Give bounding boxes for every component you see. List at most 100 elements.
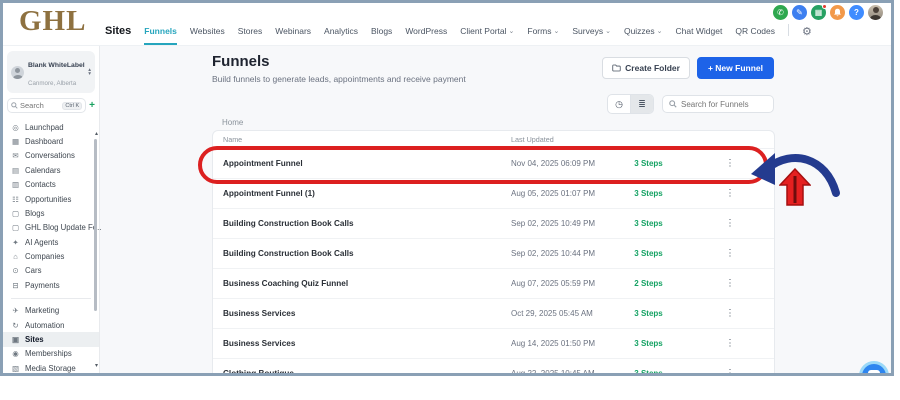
settings-gear-icon[interactable]: ⚙ xyxy=(802,25,812,45)
blog-doc-icon: ▢ xyxy=(11,223,20,232)
sidebar-item-opportunities[interactable]: ☷Opportunities xyxy=(3,192,99,206)
kebab-menu-icon[interactable] xyxy=(686,188,774,199)
chevron-down-icon xyxy=(553,27,559,35)
sidebar-search-box[interactable]: Ctrl K xyxy=(7,98,86,113)
tab-surveys[interactable]: Surveys xyxy=(572,26,611,45)
kebab-menu-icon[interactable] xyxy=(686,218,774,229)
chevron-down-icon xyxy=(605,27,611,35)
sidebar-item-ghl-blog-update[interactable]: ▢GHL Blog Update Fo.. xyxy=(3,221,99,235)
tab-webinars[interactable]: Webinars xyxy=(275,26,311,45)
sidebar-item-conversations[interactable]: ✉Conversations xyxy=(3,149,99,163)
scroll-up-icon[interactable]: ▴ xyxy=(95,130,98,137)
sidebar-search-input[interactable] xyxy=(20,101,60,110)
tab-websites[interactable]: Websites xyxy=(190,26,225,45)
tab-blogs[interactable]: Blogs xyxy=(371,26,392,45)
sidebar-item-cars[interactable]: ⊙Cars xyxy=(3,264,99,278)
tab-analytics[interactable]: Analytics xyxy=(324,26,358,45)
marketing-icon: ✈ xyxy=(11,306,20,315)
scroll-down-icon[interactable]: ▾ xyxy=(95,362,98,369)
pencil-icon[interactable]: ✎ xyxy=(792,5,807,20)
tab-chat-widget[interactable]: Chat Widget xyxy=(676,26,723,45)
help-icon[interactable]: ? xyxy=(849,5,864,20)
table-row[interactable]: Appointment Funnel (1) Aug 05, 2025 01:0… xyxy=(213,179,774,209)
sidebar-item-ai-agents[interactable]: ✦AI Agents xyxy=(3,235,99,249)
steps-link[interactable]: 3 Steps xyxy=(611,219,686,228)
funnels-toolbar: ◷ ≣ xyxy=(607,94,774,114)
calendars-icon: ▤ xyxy=(11,166,20,175)
tab-forms[interactable]: Forms xyxy=(527,26,559,45)
sidebar-item-dashboard[interactable]: ▦Dashboard xyxy=(3,134,99,148)
steps-link[interactable]: 3 Steps xyxy=(611,189,686,198)
tab-funnels[interactable]: Funnels xyxy=(144,26,177,45)
table-row[interactable]: Business Services Aug 14, 2025 01:50 PM … xyxy=(213,329,774,359)
new-funnel-button[interactable]: + New Funnel xyxy=(697,57,774,79)
app-window: GHL Sites Funnels Websites Stores Webina… xyxy=(0,0,894,376)
tab-stores[interactable]: Stores xyxy=(238,26,263,45)
sidebar-item-media-storage[interactable]: ▧Media Storage xyxy=(3,361,99,375)
bell-icon[interactable] xyxy=(830,5,845,20)
steps-link[interactable]: 3 Steps xyxy=(611,159,686,168)
funnels-table: Name Last Updated Appointment Funnel Nov… xyxy=(212,130,775,376)
blogs-icon: ▢ xyxy=(11,209,20,218)
list-view-icon[interactable]: ≣ xyxy=(631,95,653,113)
media-storage-icon: ▧ xyxy=(11,364,20,373)
funnel-search-input[interactable] xyxy=(681,100,767,109)
user-avatar[interactable] xyxy=(868,5,883,20)
create-folder-button[interactable]: Create Folder xyxy=(602,57,690,79)
sidebar-item-companies[interactable]: ⌂Companies xyxy=(3,249,99,263)
table-row[interactable]: Building Construction Book Calls Sep 02,… xyxy=(213,209,774,239)
steps-link[interactable]: 3 Steps xyxy=(611,309,686,318)
tab-client-portal[interactable]: Client Portal xyxy=(460,26,514,45)
steps-link[interactable]: 3 Steps xyxy=(611,339,686,348)
memberships-icon: ◉ xyxy=(11,349,20,358)
account-switcher[interactable]: Blank WhiteLabel Canmore, Alberta ▴▾ xyxy=(7,51,95,93)
chevron-down-icon xyxy=(657,27,663,35)
sidebar-item-launchpad[interactable]: ◎Launchpad xyxy=(3,120,99,134)
nav-section-label: Sites xyxy=(105,25,131,45)
conversations-icon: ✉ xyxy=(11,151,20,160)
kebab-menu-icon[interactable] xyxy=(686,308,774,319)
sidebar-item-reputation[interactable]: ▨Reputation xyxy=(3,375,99,376)
table-row[interactable]: Business Services Oct 29, 2025 05:45 AM … xyxy=(213,299,774,329)
sidebar-menu: ◎Launchpad ▦Dashboard ✉Conversations ▤Ca… xyxy=(3,120,99,376)
sidebar-item-memberships[interactable]: ◉Memberships xyxy=(3,347,99,361)
cars-icon: ⊙ xyxy=(11,266,20,275)
folder-icon xyxy=(612,64,621,72)
phone-icon[interactable]: ✆ xyxy=(773,5,788,20)
sidebar-item-marketing[interactable]: ✈Marketing xyxy=(3,304,99,318)
sidebar-item-blogs[interactable]: ▢Blogs xyxy=(3,206,99,220)
table-row[interactable]: Building Construction Book Calls Sep 02,… xyxy=(213,239,774,269)
sidebar-item-payments[interactable]: ⊟Payments xyxy=(3,278,99,292)
steps-link[interactable]: 3 Steps xyxy=(611,249,686,258)
companies-icon: ⌂ xyxy=(11,252,20,261)
header-quick-icons: ✆ ✎ ▦ ? xyxy=(773,5,883,20)
tab-quizzes[interactable]: Quizzes xyxy=(624,26,663,45)
sidebar-item-sites[interactable]: ▣Sites xyxy=(3,332,99,346)
add-button[interactable]: + xyxy=(89,101,95,111)
table-row[interactable]: Business Coaching Quiz Funnel Aug 07, 20… xyxy=(213,269,774,299)
apps-grid-icon[interactable]: ▦ xyxy=(811,5,826,20)
sidebar-item-calendars[interactable]: ▤Calendars xyxy=(3,163,99,177)
sites-top-nav: Sites Funnels Websites Stores Webinars A… xyxy=(105,24,812,45)
kebab-menu-icon[interactable] xyxy=(686,278,774,289)
header-actions: Create Folder + New Funnel xyxy=(602,57,774,79)
table-row[interactable]: Clothing Boutique Aug 22, 2025 10:45 AM … xyxy=(213,359,774,376)
tab-wordpress[interactable]: WordPress xyxy=(405,26,447,45)
steps-link[interactable]: 3 Steps xyxy=(611,369,686,376)
breadcrumb[interactable]: Home xyxy=(222,118,243,127)
kebab-menu-icon[interactable] xyxy=(686,338,774,349)
ghl-logo: GHL xyxy=(19,5,86,38)
sidebar-item-contacts[interactable]: ▥Contacts xyxy=(3,178,99,192)
sidebar-item-automation[interactable]: ↻Automation xyxy=(3,318,99,332)
steps-link[interactable]: 2 Steps xyxy=(611,279,686,288)
left-sidebar: Blank WhiteLabel Canmore, Alberta ▴▾ Ctr… xyxy=(3,46,100,373)
table-row[interactable]: Appointment Funnel Nov 04, 2025 06:09 PM… xyxy=(213,149,774,179)
kebab-menu-icon[interactable] xyxy=(686,248,774,259)
funnel-search-box[interactable] xyxy=(662,95,774,113)
kebab-menu-icon[interactable] xyxy=(686,368,774,376)
kebab-menu-icon[interactable] xyxy=(686,158,774,169)
tab-qr-codes[interactable]: QR Codes xyxy=(735,26,775,45)
search-shortcut-badge: Ctrl K xyxy=(62,102,82,110)
recent-clock-icon[interactable]: ◷ xyxy=(608,95,630,113)
sidebar-scrollbar[interactable] xyxy=(94,139,97,311)
